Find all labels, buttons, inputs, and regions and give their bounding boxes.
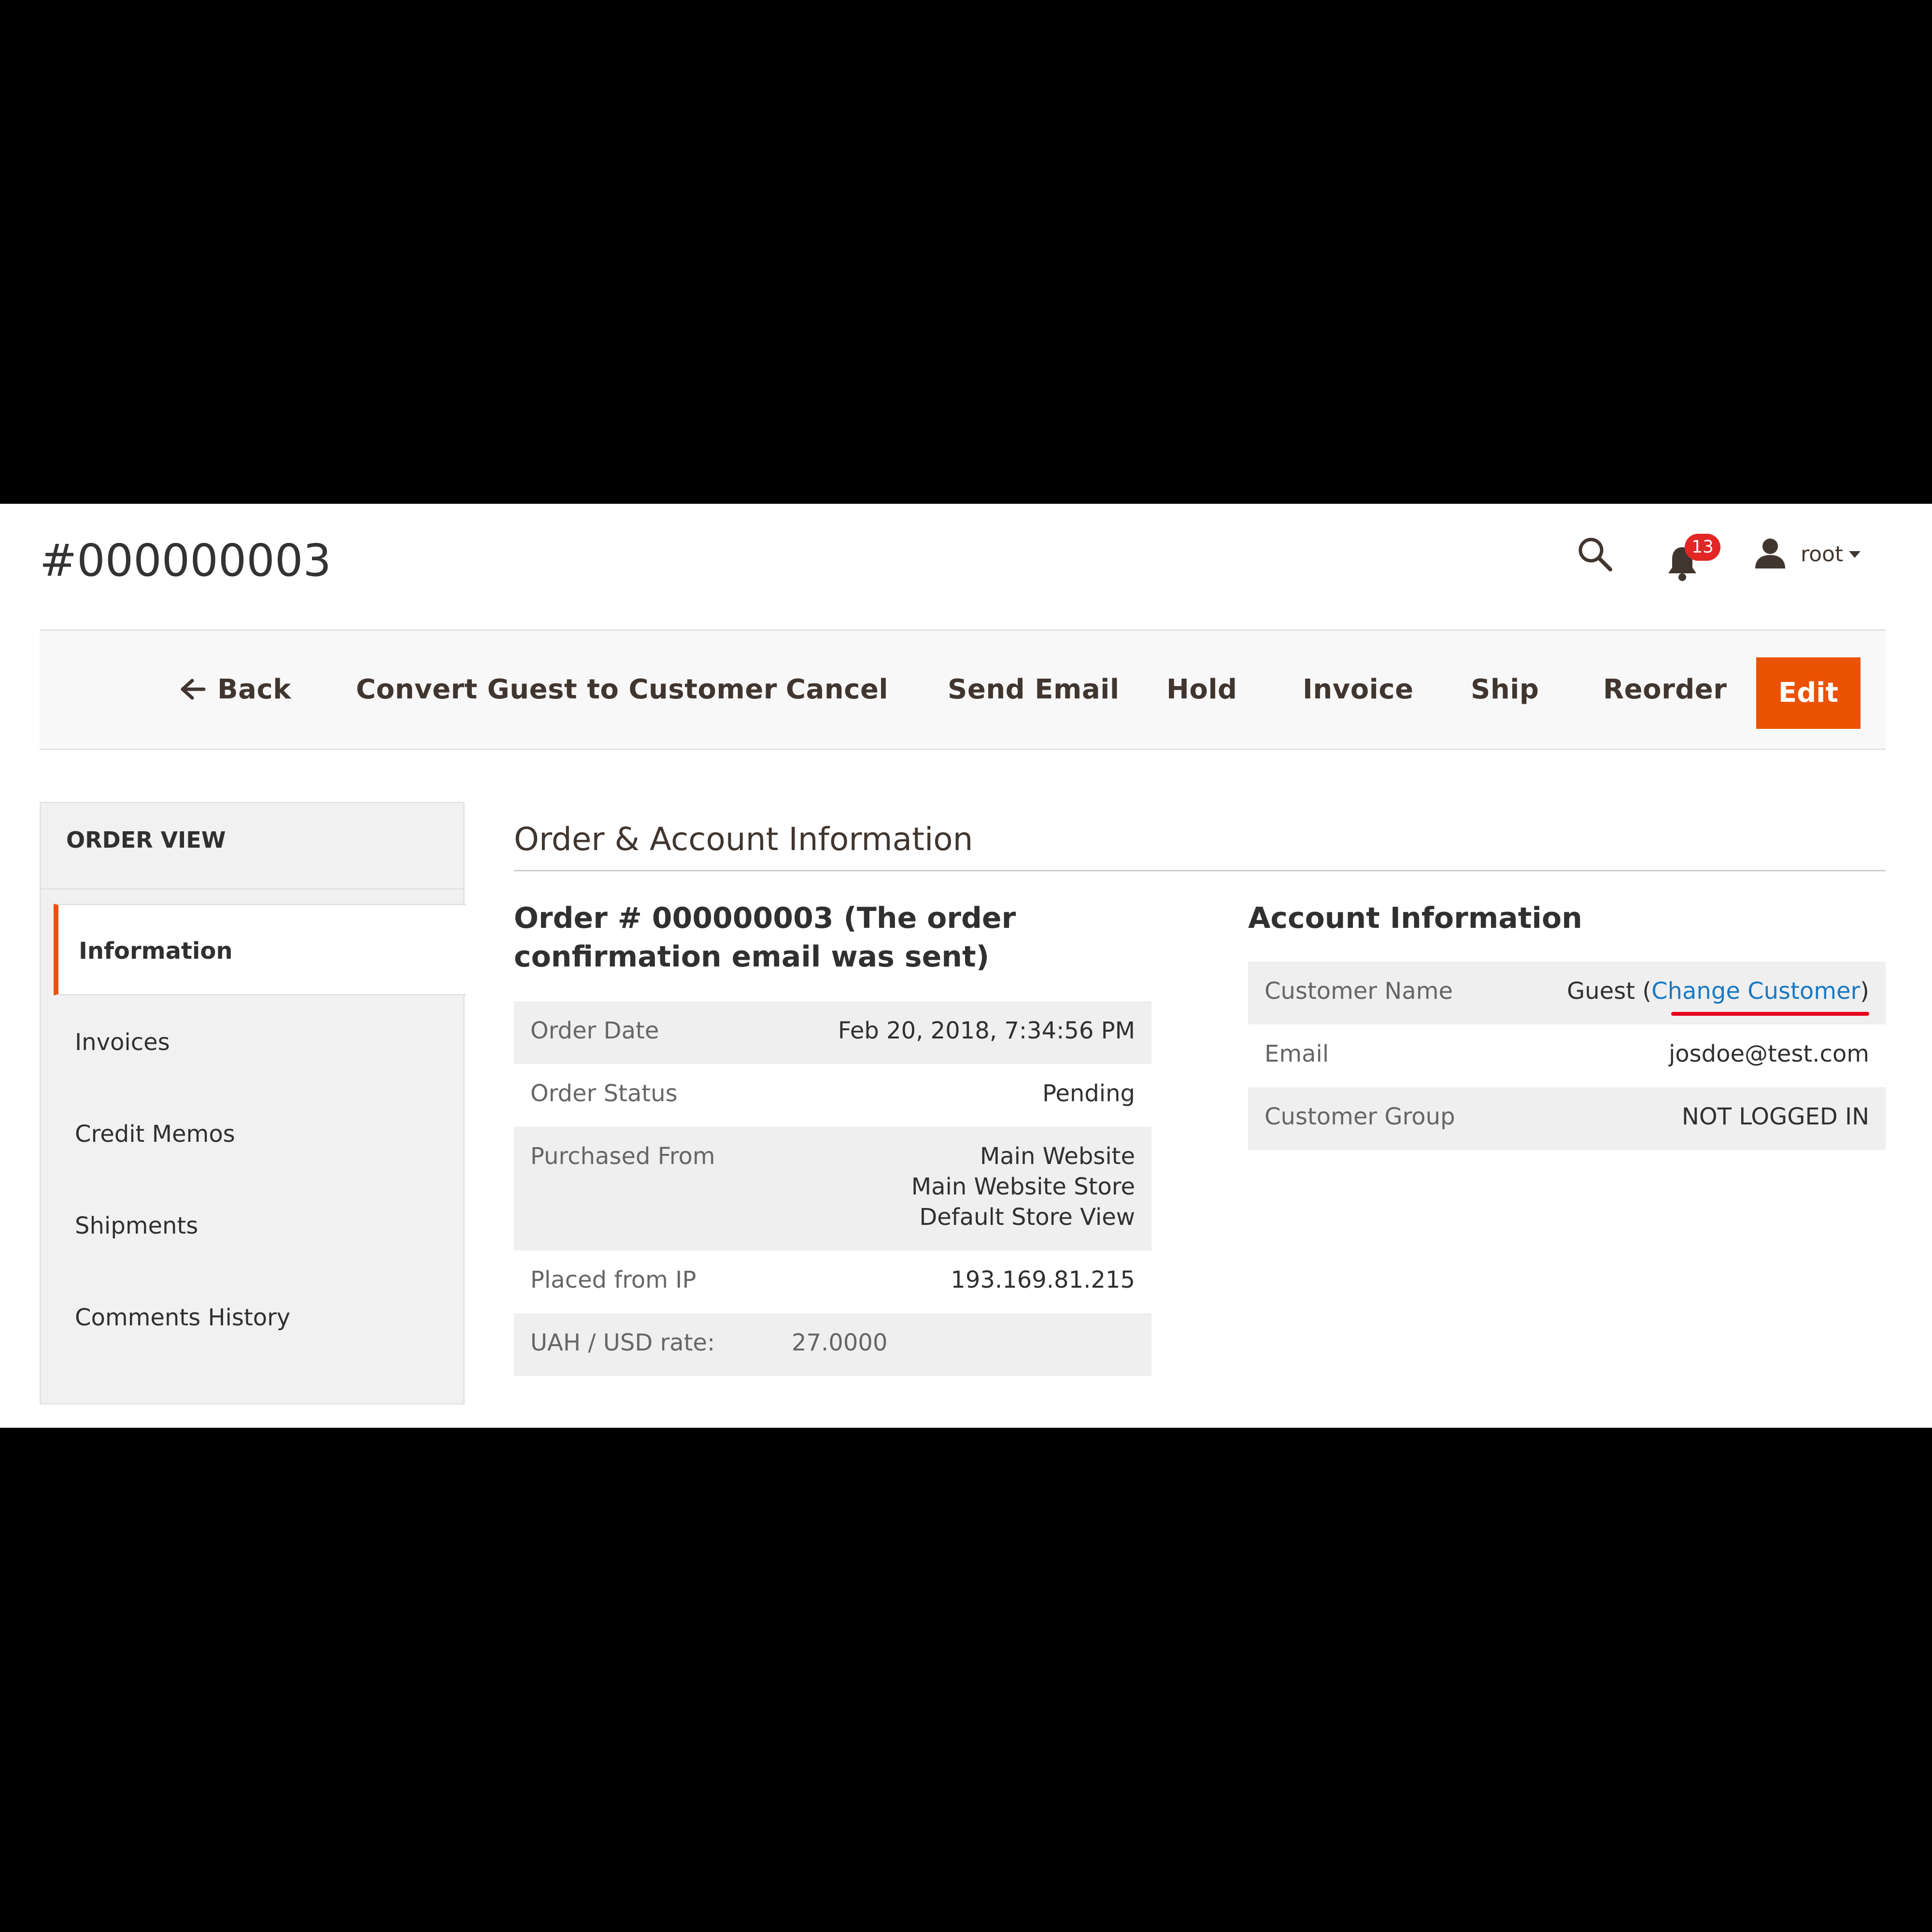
section-title: Order & Account Information — [514, 821, 973, 858]
order-status-value: Pending — [1042, 1080, 1135, 1107]
action-toolbar: Back Convert Guest to Customer Cancel Se… — [40, 629, 1886, 750]
order-date-row: Order Date Feb 20, 2018, 7:34:56 PM — [514, 1001, 1151, 1064]
purchased-from-label: Purchased From — [530, 1143, 715, 1170]
purchased-from-store-view: Default Store View — [919, 1204, 1135, 1231]
order-date-value: Feb 20, 2018, 7:34:56 PM — [838, 1017, 1135, 1044]
email-label: Email — [1264, 1040, 1329, 1067]
section-divider — [514, 870, 1886, 871]
customer-name-text: Guest — [1567, 978, 1635, 1005]
sidebar-item-invoices[interactable]: Invoices — [41, 996, 463, 1088]
account-heading: Account Information — [1248, 901, 1582, 935]
customer-name-label: Customer Name — [1264, 978, 1453, 1005]
user-menu[interactable]: root — [1753, 538, 1869, 571]
reorder-label: Reorder — [1603, 674, 1727, 705]
user-name: root — [1801, 542, 1844, 567]
order-status-row: Order Status Pending — [514, 1064, 1151, 1127]
back-button[interactable]: Back — [180, 631, 291, 749]
order-date-label: Order Date — [530, 1017, 659, 1044]
rate-label: UAH / USD rate: — [530, 1329, 715, 1356]
invoice-button[interactable]: Invoice — [1303, 631, 1414, 749]
order-heading: Order # 000000003 (The order confirmatio… — [514, 901, 1016, 974]
placed-ip-row: Placed from IP 193.169.81.215 — [514, 1250, 1151, 1313]
customer-name-value: Guest (Change Customer) — [1567, 978, 1869, 1005]
email-row: Email josdoe@test.com — [1248, 1024, 1886, 1087]
annotation-underline — [1671, 1012, 1869, 1016]
account-info-table: Customer Name Guest (Change Customer) Em… — [1248, 962, 1886, 1150]
purchased-from-store: Main Website Store — [911, 1173, 1135, 1200]
cancel-label: Cancel — [786, 674, 889, 705]
ship-button[interactable]: Ship — [1471, 631, 1539, 749]
purchased-from-row: Purchased From Main Website Main Website… — [514, 1127, 1151, 1250]
order-view-sidebar: ORDER VIEW Information Invoices Credit M… — [40, 802, 466, 1405]
convert-guest-button[interactable]: Convert Guest to Customer — [356, 631, 777, 749]
convert-guest-label: Convert Guest to Customer — [356, 674, 777, 705]
rate-value: 27.0000 — [792, 1329, 888, 1356]
send-email-label: Send Email — [948, 674, 1120, 705]
customer-name-row: Customer Name Guest (Change Customer) — [1248, 962, 1886, 1024]
back-label: Back — [217, 674, 291, 705]
notification-count-badge: 13 — [1685, 534, 1720, 561]
page-title: #000000003 — [40, 535, 331, 586]
ship-label: Ship — [1471, 674, 1539, 705]
sidebar-item-shipments[interactable]: Shipments — [41, 1180, 463, 1272]
customer-group-value: NOT LOGGED IN — [1681, 1103, 1869, 1130]
edit-button[interactable]: Edit — [1756, 657, 1861, 729]
search-icon[interactable] — [1576, 535, 1614, 573]
hold-label: Hold — [1166, 674, 1237, 705]
rate-row: UAH / USD rate: 27.0000 — [514, 1313, 1151, 1376]
placed-ip-label: Placed from IP — [530, 1266, 696, 1293]
sidebar-item-information[interactable]: Information — [54, 904, 466, 995]
order-view-page: #000000003 13 root Back Convert Guest to… — [0, 504, 1932, 1428]
email-link[interactable]: josdoe@test.com — [1669, 1040, 1869, 1067]
sidebar-item-comments-history[interactable]: Comments History — [41, 1272, 463, 1364]
change-customer-link[interactable]: Change Customer — [1651, 978, 1860, 1005]
order-info-table: Order Date Feb 20, 2018, 7:34:56 PM Orde… — [514, 1001, 1151, 1376]
sidebar-item-credit-memos[interactable]: Credit Memos — [41, 1088, 463, 1180]
hold-button[interactable]: Hold — [1166, 631, 1237, 749]
reorder-button[interactable]: Reorder — [1603, 631, 1727, 749]
send-email-button[interactable]: Send Email — [948, 631, 1120, 749]
user-icon — [1755, 539, 1785, 568]
caret-down-icon — [1849, 551, 1861, 558]
customer-group-label: Customer Group — [1264, 1103, 1455, 1130]
sidebar-divider — [41, 888, 463, 890]
purchased-from-website: Main Website — [980, 1143, 1135, 1170]
placed-ip-value: 193.169.81.215 — [951, 1266, 1135, 1293]
sidebar-title: ORDER VIEW — [66, 827, 226, 853]
notifications-button[interactable]: 13 — [1665, 534, 1723, 581]
arrow-left-icon — [181, 679, 206, 700]
order-status-label: Order Status — [530, 1080, 678, 1107]
invoice-label: Invoice — [1303, 674, 1414, 705]
customer-group-row: Customer Group NOT LOGGED IN — [1248, 1087, 1886, 1150]
cancel-button[interactable]: Cancel — [786, 631, 888, 749]
